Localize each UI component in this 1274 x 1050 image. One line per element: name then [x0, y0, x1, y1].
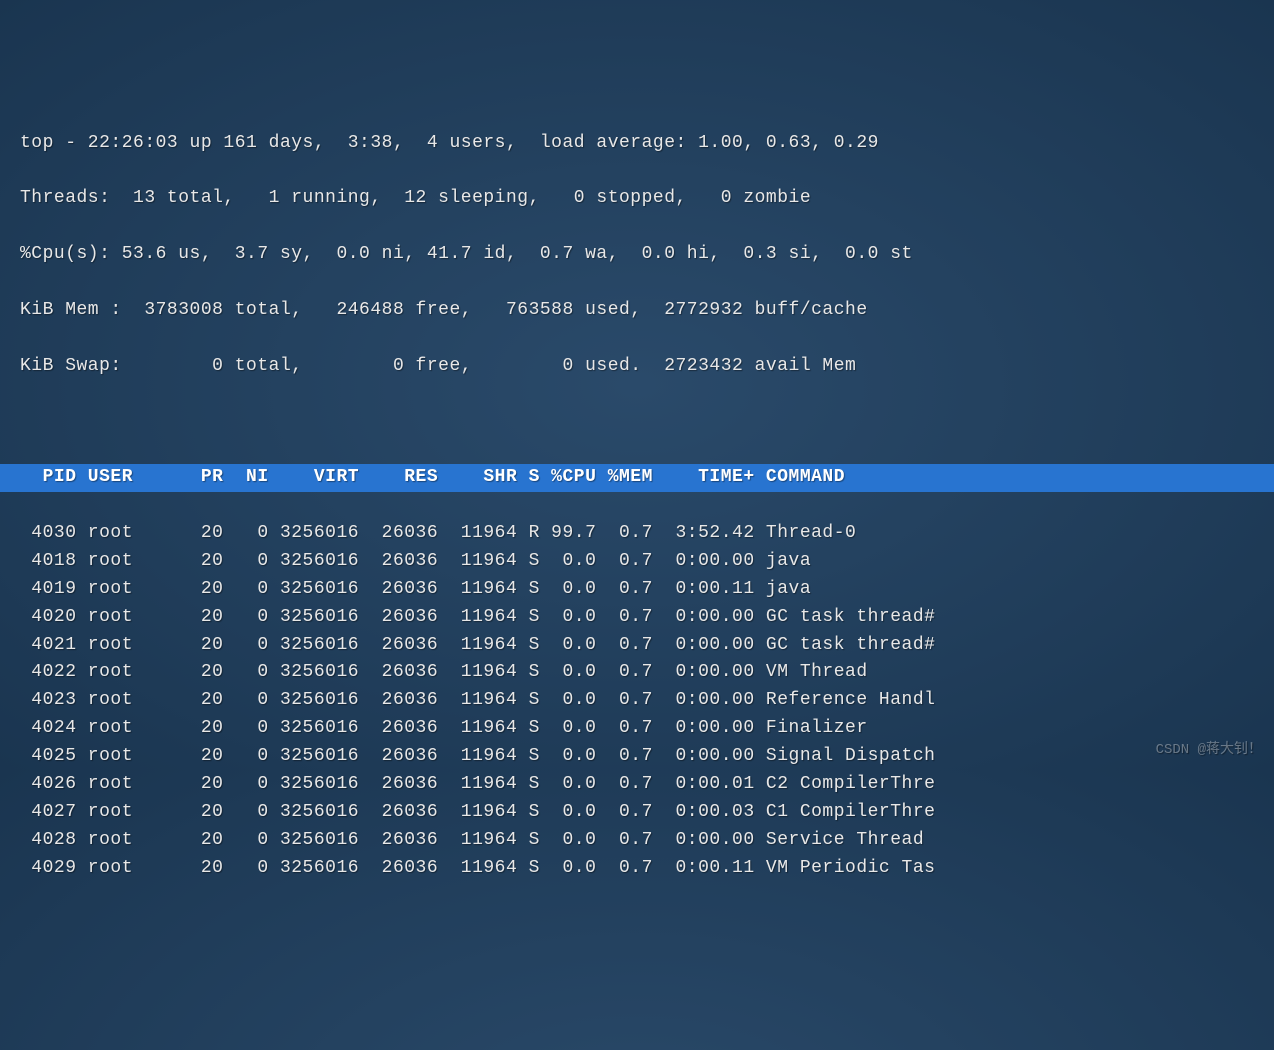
watermark-text: CSDN @蒋大钊！: [1156, 740, 1262, 762]
process-row[interactable]: 4024 root 20 0 3256016 26036 11964 S 0.0…: [20, 715, 1254, 743]
process-row[interactable]: 4028 root 20 0 3256016 26036 11964 S 0.0…: [20, 827, 1254, 855]
process-row[interactable]: 4023 root 20 0 3256016 26036 11964 S 0.0…: [20, 687, 1254, 715]
top-summary-line5: KiB Swap: 0 total, 0 free, 0 used. 27234…: [20, 353, 1254, 381]
top-summary-line2: Threads: 13 total, 1 running, 12 sleepin…: [20, 185, 1254, 213]
process-row[interactable]: 4020 root 20 0 3256016 26036 11964 S 0.0…: [20, 604, 1254, 632]
process-row[interactable]: 4027 root 20 0 3256016 26036 11964 S 0.0…: [20, 799, 1254, 827]
process-row[interactable]: 4021 root 20 0 3256016 26036 11964 S 0.0…: [20, 632, 1254, 660]
top-summary-line1: top - 22:26:03 up 161 days, 3:38, 4 user…: [20, 130, 1254, 158]
top-summary-line4: KiB Mem : 3783008 total, 246488 free, 76…: [20, 297, 1254, 325]
process-row[interactable]: 4025 root 20 0 3256016 26036 11964 S 0.0…: [20, 743, 1254, 771]
process-table-header[interactable]: PID USER PR NI VIRT RES SHR S %CPU %MEM …: [0, 464, 1274, 492]
process-row[interactable]: 4018 root 20 0 3256016 26036 11964 S 0.0…: [20, 548, 1254, 576]
process-row[interactable]: 4019 root 20 0 3256016 26036 11964 S 0.0…: [20, 576, 1254, 604]
top-summary-line3: %Cpu(s): 53.6 us, 3.7 sy, 0.0 ni, 41.7 i…: [20, 241, 1254, 269]
process-row[interactable]: 4030 root 20 0 3256016 26036 11964 R 99.…: [20, 520, 1254, 548]
process-row[interactable]: 4026 root 20 0 3256016 26036 11964 S 0.0…: [20, 771, 1254, 799]
process-row[interactable]: 4029 root 20 0 3256016 26036 11964 S 0.0…: [20, 855, 1254, 883]
process-row[interactable]: 4022 root 20 0 3256016 26036 11964 S 0.0…: [20, 659, 1254, 687]
blank-line: [20, 408, 1254, 436]
